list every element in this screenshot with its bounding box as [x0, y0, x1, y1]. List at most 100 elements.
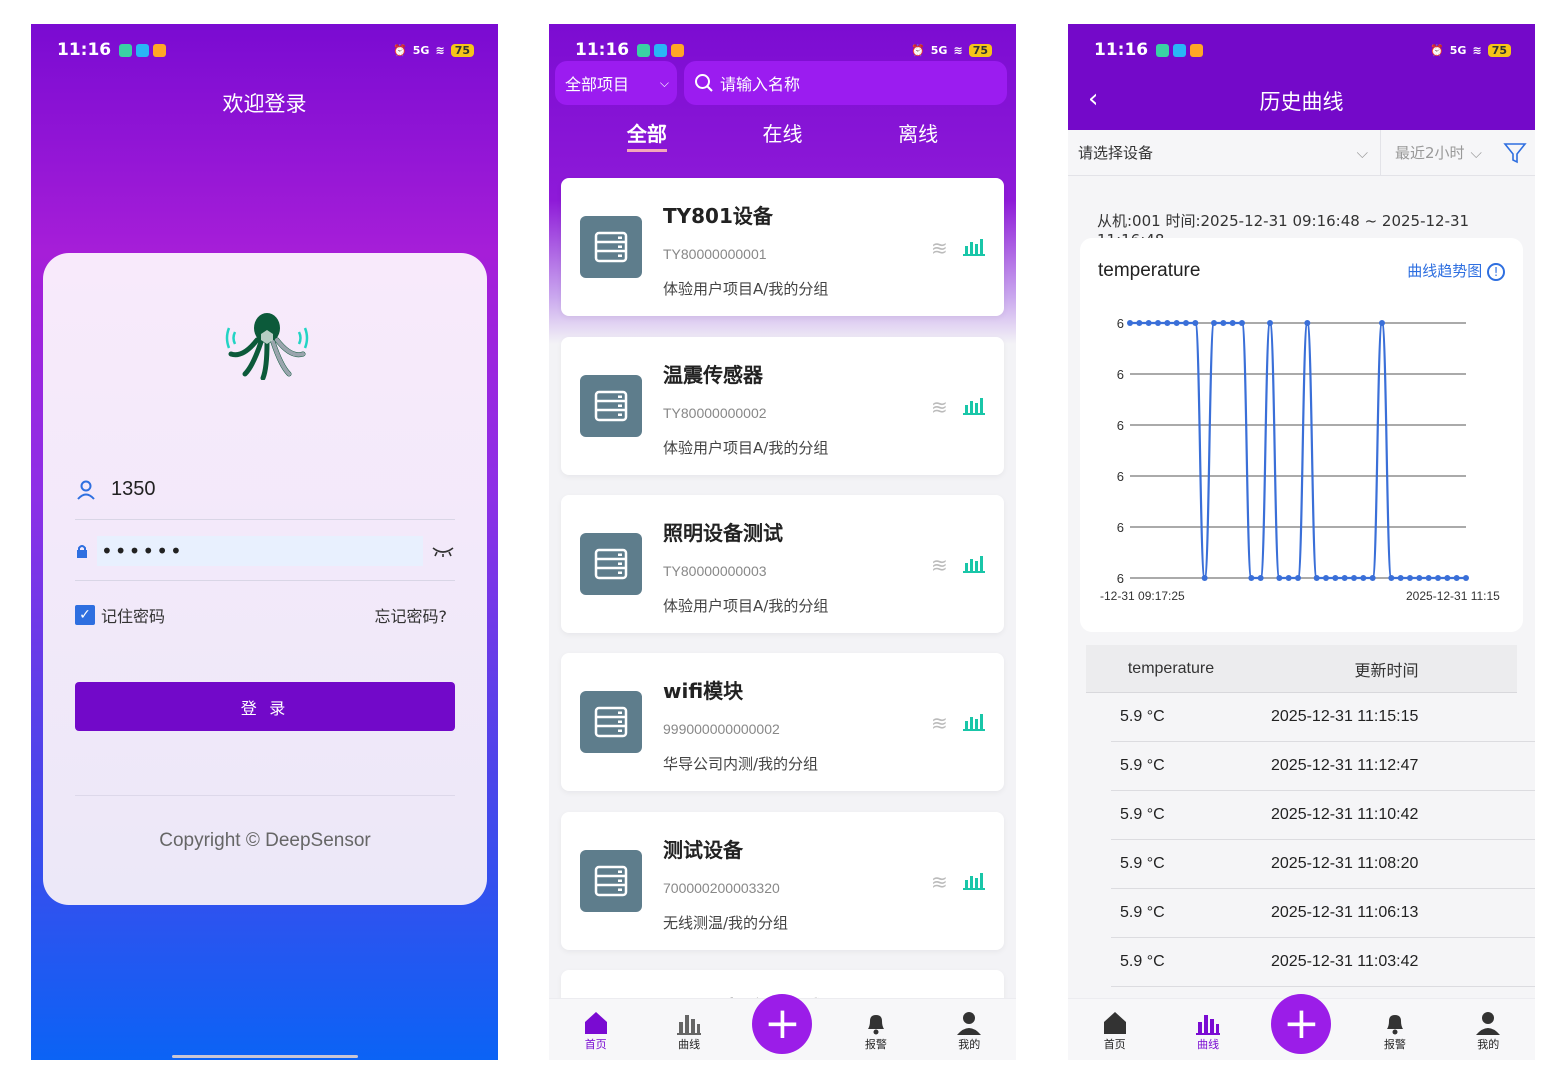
nav-alarm[interactable]: 报警 — [1365, 1010, 1425, 1052]
chart-card: temperature 曲线趋势图 ! 6 6 6 6 6 6 -12-31 09:17:2… — [1080, 238, 1523, 632]
bar-chart-icon[interactable] — [963, 870, 985, 890]
data-point — [1183, 320, 1189, 326]
bar-chart-icon[interactable] — [963, 711, 985, 731]
data-point — [1425, 575, 1432, 581]
x-tick-label: 2025-12-31 11:15 — [1406, 589, 1500, 603]
wifi-icon: ≋ — [953, 43, 963, 57]
battery-icon: 75 — [968, 43, 992, 57]
data-point — [1145, 320, 1152, 326]
bar-chart-icon[interactable] — [963, 236, 985, 256]
nav-chart[interactable]: 曲线 — [659, 1010, 719, 1052]
data-point — [1173, 320, 1180, 326]
tab-offline[interactable]: 离线 — [898, 118, 938, 152]
device-name: 温震传感器 — [663, 363, 763, 387]
status-right: ⏰ 5G ≋ 75 — [1430, 43, 1511, 57]
add-button[interactable]: + — [1271, 994, 1332, 1054]
device-sn: TY80000000002 — [663, 405, 767, 421]
forgot-password-link[interactable]: 忘记密码? — [375, 603, 448, 627]
page-title: 历史曲线 — [1259, 90, 1344, 114]
wifi-icon: ≋ — [931, 553, 948, 577]
signal-icon: 5G — [930, 43, 948, 57]
history-table: temperature 更新时间 5.9 °C 2025-12-31 11:15:… — [1086, 645, 1535, 987]
filter-icon[interactable] — [1503, 141, 1527, 165]
data-point — [1201, 575, 1208, 581]
search-placeholder: 请输入名称 — [720, 75, 801, 94]
username-field[interactable]: 1350 — [75, 460, 455, 520]
table-row: 5.9 °C 2025-12-31 11:03:42 — [1111, 938, 1535, 987]
remember-checkbox[interactable]: ✓ — [75, 605, 95, 625]
password-input[interactable]: •••••• — [97, 535, 423, 566]
nav-mine[interactable]: 我的 — [1458, 1010, 1518, 1052]
data-point — [1323, 575, 1329, 581]
status-time: 11:16 — [1094, 40, 1149, 60]
tab-online[interactable]: 在线 — [762, 118, 802, 152]
device-select[interactable]: 请选择设备 ⌵ — [1068, 129, 1381, 176]
header-update-time: 更新时间 — [1354, 660, 1419, 680]
data-point — [1285, 575, 1292, 581]
temperature-chart: 6 6 6 6 6 6 -12-31 09:17:25 2025-12-31 11:15 — [1100, 316, 1500, 603]
nav-home[interactable]: 首页 — [1085, 1010, 1145, 1052]
chart-icon — [1196, 1015, 1221, 1035]
wifi-icon: ≋ — [931, 236, 948, 260]
alarm-icon: ⏰ — [1430, 43, 1444, 57]
wifi-icon: ≋ — [1472, 43, 1482, 57]
update-time: 2025-12-31 11:10:42 — [1271, 806, 1419, 823]
alarm-icon: ⏰ — [393, 43, 407, 57]
bell-icon — [1386, 1015, 1403, 1035]
data-point — [1155, 320, 1161, 326]
battery-icon: 75 — [1487, 43, 1511, 57]
chevron-down-icon: ⌵ — [1356, 143, 1368, 162]
data-point — [1360, 575, 1367, 581]
search-input[interactable]: 请输入名称 — [684, 61, 1007, 105]
bottom-nav: 首页 曲线 + 报警 我的 — [549, 994, 1016, 1060]
password-field[interactable]: •••••• — [75, 521, 455, 581]
device-group: 无线测温/我的分组 — [663, 914, 789, 932]
project-select[interactable]: 全部项目 ⌵ — [555, 61, 677, 105]
wifi-icon: ≋ — [931, 395, 948, 419]
data-point — [1136, 320, 1143, 326]
server-icon — [580, 533, 642, 595]
range-select-value: 最近2小时 — [1395, 144, 1465, 162]
data-point — [1407, 575, 1413, 581]
update-time: 2025-12-31 11:12:47 — [1271, 757, 1419, 774]
range-select[interactable]: 最近2小时 ⌵ — [1381, 142, 1501, 163]
device-card[interactable]: wifi模块 999000000000002 华导公司内测/我的分组 ≋ — [561, 653, 1004, 791]
bar-chart-icon[interactable] — [963, 553, 985, 573]
data-point — [1295, 575, 1301, 581]
device-card[interactable]: 测试设备 700000200003320 无线测温/我的分组 ≋ — [561, 812, 1004, 950]
nav-chart[interactable]: 曲线 — [1178, 1010, 1238, 1052]
battery-icon: 75 — [450, 43, 474, 57]
home-indicator[interactable] — [171, 1055, 358, 1058]
data-point — [1369, 575, 1376, 581]
device-sn: 999000000000002 — [663, 721, 780, 737]
data-point — [1192, 320, 1199, 326]
device-sn: 700000200003320 — [663, 880, 780, 896]
eye-closed-icon[interactable] — [431, 544, 455, 558]
device-card[interactable]: 温震传感器 TY80000000002 体验用户项目A/我的分组 ≋ — [561, 337, 1004, 475]
wifi-icon: ≋ — [435, 43, 445, 57]
nav-home[interactable]: 首页 — [566, 1010, 626, 1052]
add-button[interactable]: + — [752, 994, 813, 1054]
nav-alarm[interactable]: 报警 — [846, 1010, 906, 1052]
nav-mine[interactable]: 我的 — [939, 1010, 999, 1052]
data-point — [1444, 575, 1451, 581]
data-point — [1313, 575, 1320, 581]
user-icon — [77, 480, 95, 500]
status-time: 11:16 — [575, 40, 630, 60]
project-select-value: 全部项目 — [565, 75, 630, 94]
device-card[interactable]: TY801设备 TY80000000001 体验用户项目A/我的分组 ≋ — [561, 178, 1004, 316]
nav-mine-label: 我的 — [958, 1038, 981, 1051]
login-screen: 11:16 ⏰ 5G ≋ 75 欢迎登录 1350 •••••• ✓ 记住密码 … — [31, 24, 498, 1060]
remember-label[interactable]: 记住密码 — [101, 603, 165, 627]
lock-icon — [77, 544, 87, 558]
signal-icon: 5G — [412, 43, 430, 57]
tab-all[interactable]: 全部 — [626, 118, 667, 152]
data-point — [1397, 575, 1404, 581]
device-name: TY801设备 — [663, 204, 773, 228]
data-point — [1229, 320, 1236, 326]
device-card[interactable]: 照明设备测试 TY80000000003 体验用户项目A/我的分组 ≋ — [561, 495, 1004, 633]
bar-chart-icon[interactable] — [963, 395, 985, 415]
login-button[interactable]: 登 录 — [75, 682, 455, 731]
device-name: 测试设备 — [663, 838, 743, 862]
series-line — [1130, 321, 1466, 580]
